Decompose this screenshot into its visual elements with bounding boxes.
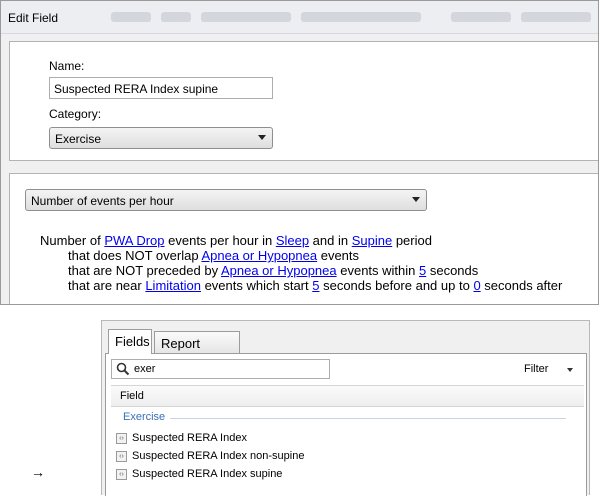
category-label: Category: [49, 107, 102, 121]
dialog-title: Edit Field [8, 11, 59, 25]
list-item-label: Suspected RERA Index non-supine [132, 450, 305, 462]
definition-text: seconds [426, 263, 479, 278]
chevron-down-icon[interactable] [567, 368, 573, 372]
fields-list-area: exer Filter Field Exercise ‹› Suspected … [105, 353, 587, 496]
seconds-after-link[interactable]: 0 [473, 278, 480, 293]
tab-fields[interactable]: Fields [108, 329, 152, 354]
overlap-event-link[interactable]: Apnea or Hypopnea [201, 248, 317, 263]
definition-text: events within [336, 263, 419, 278]
definition-line-4: that are near Limitation events which st… [40, 278, 562, 293]
field-item-icon: ‹› [116, 451, 127, 462]
blurred-toolbar [521, 12, 591, 22]
definition-text: seconds after [480, 278, 563, 293]
event-type-link[interactable]: PWA Drop [104, 233, 164, 248]
search-input[interactable]: exer [111, 359, 330, 379]
definition-text: Number of [40, 233, 105, 248]
arrow-indicator: → [31, 464, 45, 480]
field-item-icon: ‹› [116, 469, 127, 480]
category-select-value: Exercise [55, 132, 102, 146]
title-bar: Edit Field [1, 1, 598, 34]
definition-text: that are NOT preceded by [68, 263, 221, 278]
blurred-toolbar [451, 12, 511, 22]
filter-button[interactable]: Filter [524, 363, 548, 375]
preceded-event-link[interactable]: Apnea or Hypopnea [221, 263, 337, 278]
list-item-label: Suspected RERA Index [132, 432, 247, 444]
definition-text: that are near [68, 278, 146, 293]
search-icon [116, 362, 130, 376]
group-divider [170, 418, 566, 419]
chevron-down-icon [412, 197, 420, 202]
field-column-header[interactable]: Field [111, 385, 584, 407]
definition-text: events per hour in [164, 233, 276, 248]
search-value: exer [134, 363, 156, 375]
field-item-icon: ‹› [116, 433, 127, 444]
fields-panel: Fields Report Parts exer Filter Field Ex… [101, 320, 590, 496]
edit-field-dialog: Edit Field Name: Suspected RERA Index su… [0, 0, 599, 305]
definition-text: and in [309, 233, 352, 248]
definition-text: that does NOT overlap [68, 248, 202, 263]
definition-text: period [392, 233, 432, 248]
name-field[interactable]: Suspected RERA Index supine [49, 77, 273, 99]
list-item-label: Suspected RERA Index supine [132, 468, 283, 480]
blurred-toolbar [161, 12, 191, 22]
group-header-exercise: Exercise [123, 411, 166, 423]
sleep-link[interactable]: Sleep [276, 233, 309, 248]
name-label: Name: [49, 59, 85, 73]
tab-report-parts[interactable]: Report Parts [154, 331, 240, 366]
definition-line-2: that does NOT overlap Apnea or Hypopnea … [40, 248, 562, 263]
definition-text: events [317, 248, 360, 263]
definition-text: events which start [200, 278, 313, 293]
chevron-down-icon [258, 135, 266, 140]
field-type-value: Number of events per hour [31, 194, 174, 208]
field-definition-text: Number of PWA Drop events per hour in Sl… [40, 233, 562, 293]
position-link[interactable]: Supine [352, 233, 392, 248]
blurred-toolbar [301, 12, 421, 22]
category-select[interactable]: Exercise [49, 127, 273, 149]
blurred-toolbar [201, 12, 291, 22]
near-event-link[interactable]: Limitation [145, 278, 201, 293]
field-type-select[interactable]: Number of events per hour [25, 189, 427, 211]
blurred-toolbar [111, 12, 151, 22]
definition-line-3: that are NOT preceded by Apnea or Hypopn… [40, 263, 562, 278]
definition-text: seconds before and up to [319, 278, 474, 293]
definition-line-1: Number of PWA Drop events per hour in Sl… [40, 233, 562, 248]
